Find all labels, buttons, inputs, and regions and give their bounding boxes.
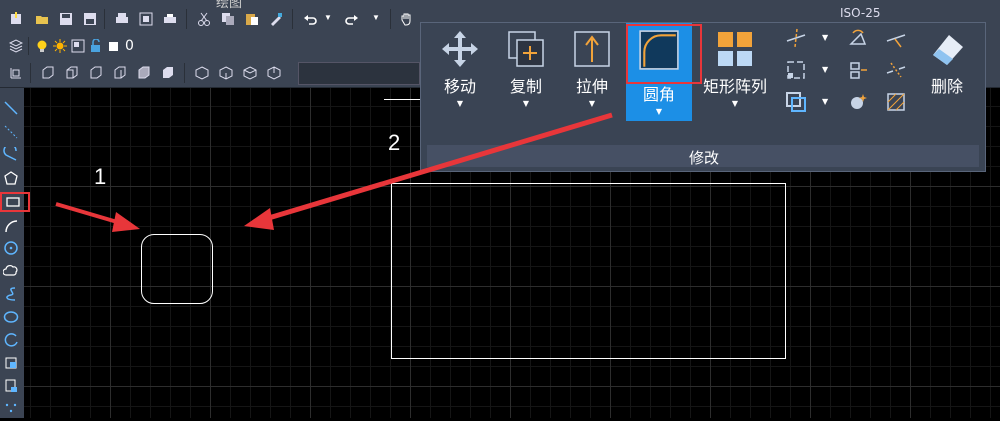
draw-toolbar xyxy=(0,88,30,418)
copy-caret[interactable]: ▼ xyxy=(523,100,529,108)
paste-icon[interactable] xyxy=(244,11,260,27)
stretch-button[interactable]: 拉伸 ▼ xyxy=(569,29,615,108)
stretch-icon xyxy=(574,31,610,67)
print-icon[interactable] xyxy=(114,11,130,27)
title-fragment: 绘图 xyxy=(216,0,243,11)
make-block-icon[interactable] xyxy=(3,378,19,394)
move-icon xyxy=(442,31,478,67)
stretch-caret[interactable]: ▼ xyxy=(589,100,595,108)
point-icon[interactable] xyxy=(3,401,19,417)
view-combo[interactable] xyxy=(298,62,420,85)
break-icon[interactable] xyxy=(885,59,907,81)
fillet-label: 圆角 xyxy=(642,85,675,104)
print-preview-icon[interactable] xyxy=(138,11,154,27)
status-fragment: ISO-25 xyxy=(840,6,881,20)
arc-icon[interactable] xyxy=(3,218,19,234)
layer-on-bulb-icon[interactable] xyxy=(34,38,50,54)
new-file-icon[interactable] xyxy=(8,11,24,27)
move-caret[interactable]: ▼ xyxy=(457,100,463,108)
fillet-button[interactable]: 圆角 ▼ xyxy=(626,23,702,121)
trim-icon[interactable] xyxy=(785,27,807,49)
redo-icon[interactable] xyxy=(344,11,360,27)
open-folder-icon[interactable] xyxy=(34,11,50,27)
layer-viewport-icon[interactable] xyxy=(70,38,86,54)
view-back-icon[interactable] xyxy=(160,65,176,81)
undo-icon[interactable] xyxy=(302,11,318,27)
view-front-icon[interactable] xyxy=(136,65,152,81)
cut-icon[interactable] xyxy=(196,11,212,27)
fillet-highlight-box xyxy=(626,24,702,84)
iso-ne-icon[interactable] xyxy=(242,65,258,81)
modify-ribbon-panel: 移动 ▼ 复制 ▼ 拉伸 ▼ 圆角 ▼ 矩形阵列 ▼ ▼ ▼ ▼ 删除 修改 xyxy=(420,22,986,172)
copy-button[interactable]: 复制 ▼ xyxy=(503,29,549,108)
ellipse-arc-icon[interactable] xyxy=(3,332,19,348)
spline-icon[interactable] xyxy=(3,286,19,302)
plain-rectangle xyxy=(391,183,786,359)
layer-lock-icon[interactable] xyxy=(88,38,104,54)
copy-label: 复制 xyxy=(509,77,542,96)
view-bottom-icon[interactable] xyxy=(64,65,80,81)
iso-nw-icon[interactable] xyxy=(266,65,282,81)
panel-title: 修改 xyxy=(688,149,719,167)
undo-dropdown-caret[interactable]: ▼ xyxy=(324,13,332,22)
trim-caret[interactable]: ▼ xyxy=(822,33,828,42)
view-right-icon[interactable] xyxy=(112,65,128,81)
hatch-edit-icon[interactable] xyxy=(885,91,907,113)
pan-hand-icon[interactable] xyxy=(398,11,414,27)
polygon-icon[interactable] xyxy=(3,170,19,186)
insert-block-icon[interactable] xyxy=(3,355,19,371)
array-label: 矩形阵列 xyxy=(702,77,767,96)
rotate-icon[interactable] xyxy=(847,27,869,49)
rect-array-icon xyxy=(718,32,752,66)
view-left-icon[interactable] xyxy=(88,65,104,81)
move-label: 移动 xyxy=(443,77,476,96)
copy-clip-icon[interactable] xyxy=(220,11,236,27)
explode-icon[interactable] xyxy=(847,91,869,113)
redo-dropdown-caret[interactable]: ▼ xyxy=(372,13,380,22)
canvas-label-1: 1 xyxy=(94,164,107,189)
save-icon[interactable] xyxy=(58,11,74,27)
revision-cloud-icon[interactable] xyxy=(2,263,19,279)
iso-sw-icon[interactable] xyxy=(194,65,210,81)
line-icon[interactable] xyxy=(3,100,19,116)
fillet-caret[interactable]: ▼ xyxy=(656,108,662,116)
filleted-rectangle xyxy=(141,234,213,304)
view-top-icon[interactable] xyxy=(40,65,56,81)
move-button[interactable]: 移动 ▼ xyxy=(439,29,481,108)
ellipse-icon[interactable] xyxy=(3,309,19,325)
layer-color-swatch[interactable] xyxy=(109,42,118,51)
copy-icon xyxy=(508,31,544,67)
ucs-icon[interactable] xyxy=(8,65,24,81)
circle-icon[interactable] xyxy=(3,240,19,256)
array-button[interactable]: 矩形阵列 ▼ xyxy=(697,29,773,108)
scale-icon[interactable] xyxy=(785,59,807,81)
layer-name-value[interactable]: 0 xyxy=(125,38,134,54)
delete-button[interactable]: 删除 xyxy=(919,29,975,97)
save-as-icon[interactable] xyxy=(82,11,98,27)
rectangle-icon[interactable] xyxy=(5,194,21,210)
layer-manager-icon[interactable] xyxy=(8,38,24,54)
stretch-label: 拉伸 xyxy=(575,77,608,96)
iso-se-icon[interactable] xyxy=(218,65,234,81)
delete-label: 删除 xyxy=(930,77,963,96)
layer-freeze-sun-icon[interactable] xyxy=(52,38,68,54)
plot-icon[interactable] xyxy=(162,11,178,27)
canvas-label-2: 2 xyxy=(388,130,401,155)
construction-line-icon[interactable] xyxy=(3,124,19,140)
offset-caret[interactable]: ▼ xyxy=(822,97,828,106)
match-properties-icon[interactable] xyxy=(268,11,284,27)
eraser-icon xyxy=(933,35,963,65)
array-caret[interactable]: ▼ xyxy=(732,100,738,108)
scale-caret[interactable]: ▼ xyxy=(822,65,828,74)
extend-icon[interactable] xyxy=(885,27,907,49)
mirror-icon[interactable] xyxy=(847,59,869,81)
offset-icon[interactable] xyxy=(785,91,807,113)
polyline-icon[interactable] xyxy=(3,143,19,163)
